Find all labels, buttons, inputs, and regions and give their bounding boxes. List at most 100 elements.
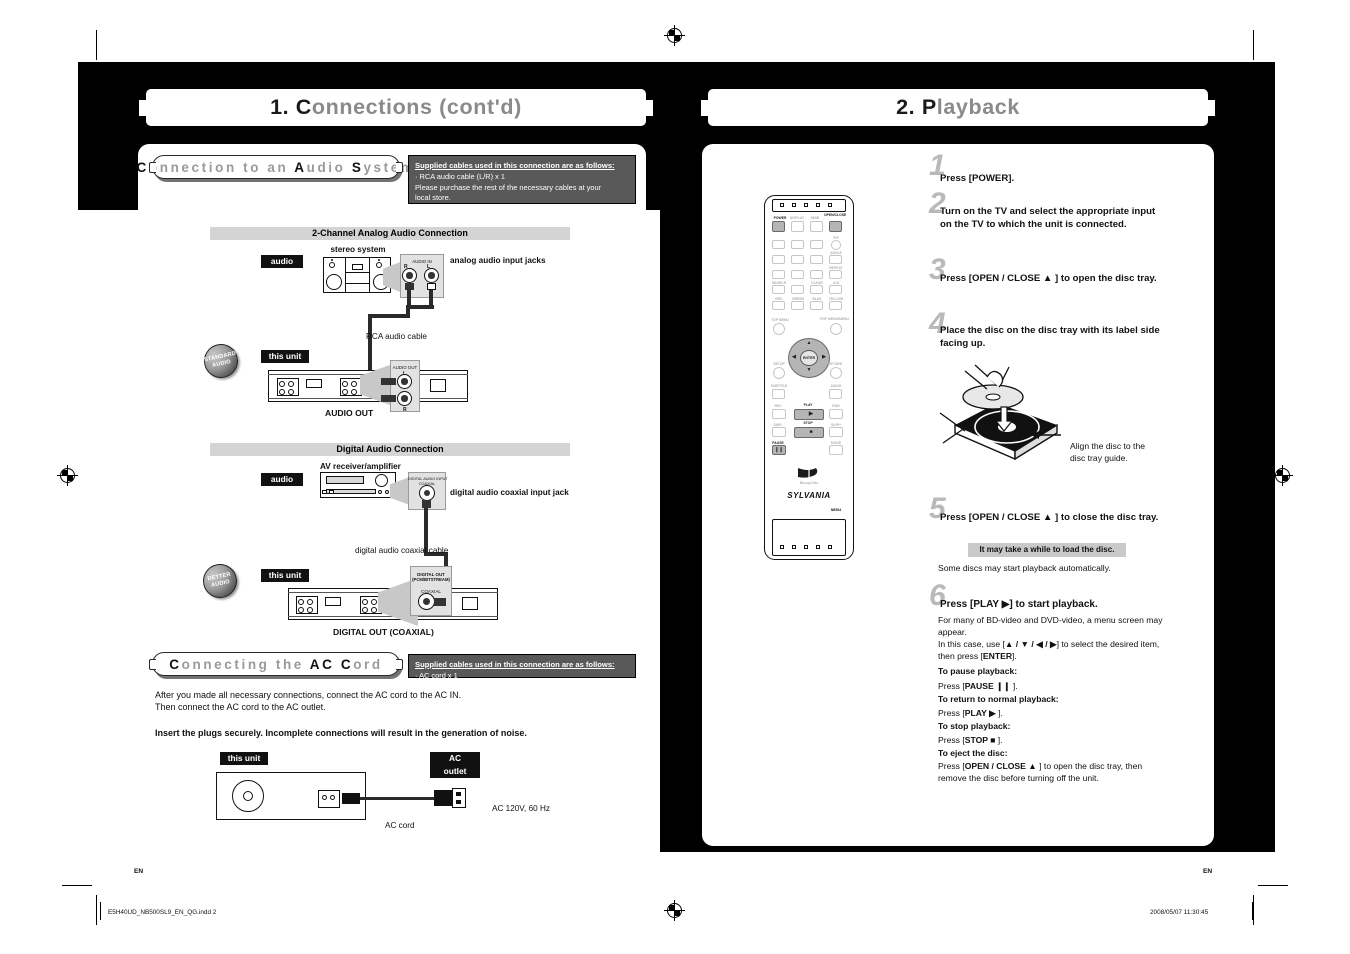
remote-label-play: PLAY bbox=[803, 403, 813, 407]
remote-button-open-close[interactable] bbox=[829, 221, 842, 232]
subhead-digital-audio: Digital Audio Connection bbox=[210, 443, 570, 456]
remote-button-6[interactable] bbox=[810, 255, 823, 264]
av-receiver-label: AV receiver/amplifier bbox=[320, 462, 401, 471]
remote-led-1 bbox=[780, 203, 784, 207]
remote-label-angle: ANGLE bbox=[830, 251, 842, 255]
crop-mark-bl-v bbox=[96, 895, 98, 925]
rear-hdmi-port-2 bbox=[325, 597, 341, 606]
rear-jack-h bbox=[351, 389, 357, 395]
remote-button-blue[interactable] bbox=[810, 301, 823, 310]
ac-cord-wire bbox=[360, 797, 434, 800]
pill-audio-analog: audio bbox=[261, 255, 303, 268]
subhead-analog-audio: 2-Channel Analog Audio Connection bbox=[210, 227, 570, 240]
ac-plug-body bbox=[434, 790, 452, 806]
remote-button-9[interactable] bbox=[810, 270, 823, 279]
stereo-speaker-left bbox=[326, 274, 342, 290]
remote-button-power[interactable] bbox=[772, 221, 785, 232]
supplied-ac-heading: Supplied cables used in this connection … bbox=[415, 660, 615, 669]
rca-cable-caption: RCA audio cable bbox=[366, 332, 427, 341]
remote-button-1[interactable] bbox=[772, 240, 785, 249]
remote-button-skip-prev[interactable] bbox=[772, 427, 786, 437]
remote-button-audio[interactable] bbox=[829, 389, 842, 399]
audio-out-r-label: R bbox=[403, 407, 407, 413]
remote-button-top-menu[interactable] bbox=[773, 323, 785, 335]
auto-playback-note: Some discs may start playback automatica… bbox=[938, 563, 1111, 573]
registration-mark-left bbox=[57, 465, 78, 486]
remote-label-open-close: OPEN/CLOSE bbox=[824, 213, 847, 217]
remote-button-display[interactable] bbox=[791, 221, 804, 232]
remote-label-audio: AUDIO bbox=[830, 384, 842, 388]
bluray-logo-text: Blu-ray Disc bbox=[799, 481, 819, 485]
badge-standard-audio-label: STANDARD AUDIO bbox=[203, 351, 237, 369]
remote-label-fwd: FWD bbox=[832, 404, 840, 408]
remote-label-pip: PIP bbox=[833, 236, 839, 240]
remote-button-4[interactable] bbox=[772, 255, 785, 264]
remote-button-angle[interactable] bbox=[829, 255, 842, 264]
remote-button-0[interactable] bbox=[791, 285, 804, 294]
coax-input-jack bbox=[419, 485, 435, 501]
step-text-3: Press [OPEN / CLOSE ▲ ] to open the disc… bbox=[940, 273, 1157, 284]
remote-button-rev[interactable] bbox=[772, 409, 786, 419]
registration-mark-top bbox=[664, 25, 685, 46]
remote-label-enter: ENTER bbox=[802, 356, 816, 360]
remote-button-7[interactable] bbox=[772, 270, 785, 279]
remote-led-2 bbox=[792, 203, 796, 207]
remote-button-red[interactable] bbox=[772, 301, 785, 310]
remote-play-icon: ▶ bbox=[808, 411, 814, 417]
stereo-led-left bbox=[331, 259, 333, 261]
remote-button-green[interactable] bbox=[791, 301, 804, 310]
remote-label-return: RETURN bbox=[827, 362, 843, 366]
remote-button-hdmi[interactable] bbox=[810, 221, 823, 232]
ac-warning: Insert the plugs securely. Incomplete co… bbox=[155, 728, 527, 738]
remote-button-setup[interactable] bbox=[773, 367, 785, 379]
left-banner-prefix: 1. C bbox=[270, 95, 312, 119]
footer-divider-left bbox=[100, 902, 101, 920]
remote-dpad-left-icon: ◀ bbox=[792, 354, 796, 360]
av-receiver-btn-b bbox=[329, 490, 334, 494]
left-banner-rest: onnections (cont'd) bbox=[311, 95, 522, 119]
av-receiver-knob-s bbox=[378, 490, 382, 494]
coax-input-plug bbox=[422, 500, 431, 508]
audio-out-plug-l bbox=[381, 378, 396, 385]
remote-button-pop-menu[interactable] bbox=[830, 323, 842, 335]
remote-button-skip-next[interactable] bbox=[829, 427, 843, 437]
remote-button-subtitle[interactable] bbox=[772, 389, 785, 399]
ac-plug-prong-b bbox=[456, 800, 461, 804]
remote-button-repeat[interactable] bbox=[829, 270, 842, 279]
av-receiver-display bbox=[326, 476, 364, 484]
remote-button-pip[interactable] bbox=[831, 240, 841, 250]
remote-button-search[interactable] bbox=[772, 285, 785, 294]
remote-button-3[interactable] bbox=[810, 240, 823, 249]
remote-bottom-led-4 bbox=[816, 545, 820, 549]
remote-button-8[interactable] bbox=[791, 270, 804, 279]
supplied-cables-box-ac: Supplied cables used in this connection … bbox=[408, 654, 636, 680]
right-banner-rest: layback bbox=[936, 95, 1020, 119]
remote-led-3 bbox=[804, 203, 808, 207]
registration-mark-right bbox=[1272, 465, 1293, 486]
remote-button-2[interactable] bbox=[791, 240, 804, 249]
remote-label-stop: STOP bbox=[803, 421, 813, 425]
remote-button-clear[interactable] bbox=[810, 285, 823, 294]
ac-cord-connector bbox=[342, 793, 360, 804]
remote-button-ab[interactable] bbox=[829, 285, 842, 294]
remote-button-yellow[interactable] bbox=[829, 301, 842, 310]
rear-jack-l bbox=[307, 607, 313, 613]
playback-note-2-enter: ENTER bbox=[982, 650, 1013, 661]
remote-button-fwd[interactable] bbox=[829, 409, 843, 419]
section-tag-ac-cord: Connecting the AC Cord bbox=[149, 652, 403, 676]
supplied-line-1: · RCA audio cable (L/R) x 1 bbox=[415, 172, 505, 181]
ac-inlet-socket bbox=[318, 790, 340, 808]
remote-button-return[interactable] bbox=[830, 367, 842, 379]
remote-button-5[interactable] bbox=[791, 255, 804, 264]
remote-dpad-right-icon: ▶ bbox=[822, 354, 826, 360]
analog-input-jacks-caption: analog audio input jacks bbox=[450, 256, 546, 265]
left-banner-title: 1. Connections (cont'd) bbox=[270, 95, 522, 120]
stereo-divider-a bbox=[345, 257, 347, 293]
remote-bottom-led-5 bbox=[828, 545, 832, 549]
supplied-line-2: Please purchase the rest of the necessar… bbox=[415, 182, 602, 192]
section-tag-audio-system-label: Connection to an Audio System bbox=[136, 159, 416, 175]
bluray-logo-icon bbox=[795, 466, 823, 481]
remote-button-mode[interactable] bbox=[829, 445, 843, 455]
ac-unit-corner-tr bbox=[352, 772, 366, 774]
remote-model: NB504 bbox=[830, 508, 842, 512]
